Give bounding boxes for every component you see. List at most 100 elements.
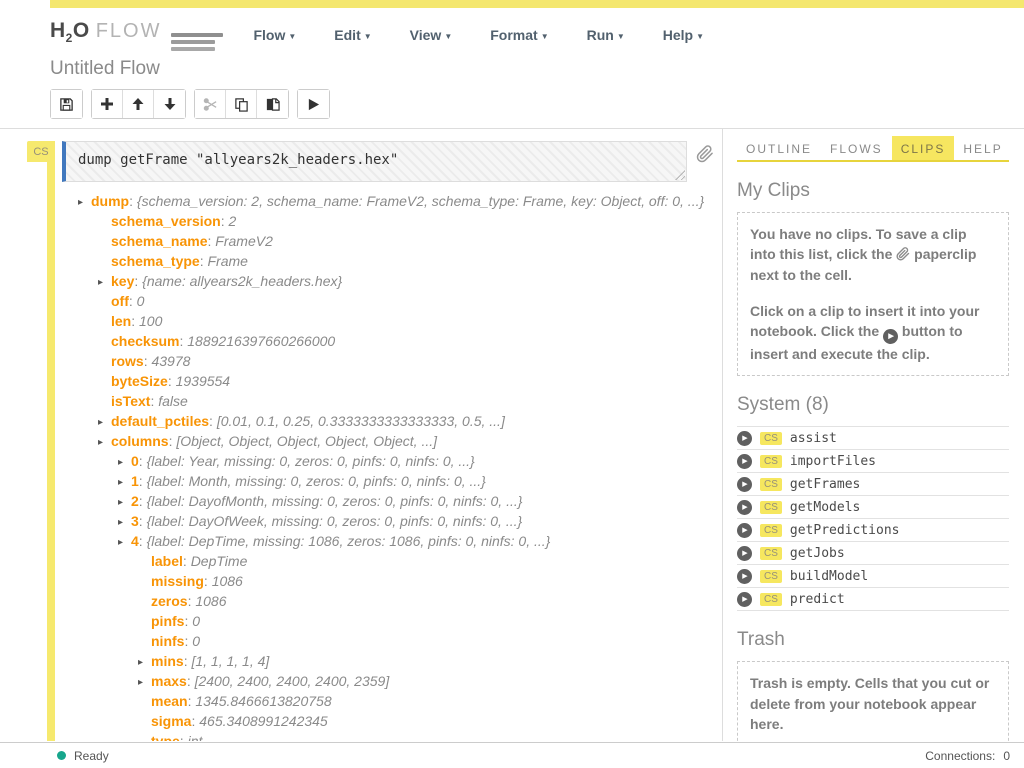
menu-run[interactable]: Run▼ (587, 27, 625, 43)
header: H2O FLOW Flow▼Edit▼View▼Format▼Run▼Help▼… (0, 8, 1024, 128)
tree-row[interactable]: ▸2: {label: DayofMonth, missing: 0, zero… (0, 491, 722, 511)
clip-label[interactable]: getModels (790, 500, 860, 515)
run-clip-icon[interactable]: ▶ (737, 454, 752, 469)
tree-value: {name: allyears2k_headers.hex} (142, 273, 342, 289)
tree-colon: : (209, 413, 217, 429)
tree-row[interactable]: ▸default_pctiles: [0.01, 0.1, 0.25, 0.33… (0, 411, 722, 431)
run-clip-icon[interactable]: ▶ (737, 546, 752, 561)
tree-row[interactable]: ▸columns: [Object, Object, Object, Objec… (0, 431, 722, 451)
tree-key: key (111, 273, 134, 289)
tree-expand-icon[interactable]: ▸ (118, 453, 131, 473)
tab-clips[interactable]: CLIPS (892, 136, 955, 160)
tree-row[interactable]: ▸4: {label: DepTime, missing: 1086, zero… (0, 531, 722, 551)
tab-flows[interactable]: FLOWS (821, 136, 892, 160)
clip-label[interactable]: buildModel (790, 569, 868, 584)
cell-output-tree: ▸dump: {schema_version: 2, schema_name: … (0, 191, 722, 741)
cut-cell-button[interactable] (195, 90, 226, 118)
run-clip-icon[interactable]: ▶ (737, 431, 752, 446)
tree-value: 43978 (151, 353, 190, 369)
tree-row[interactable]: ▸0: {label: Year, missing: 0, zeros: 0, … (0, 451, 722, 471)
add-cell-button[interactable] (92, 90, 123, 118)
tree-colon: : (168, 373, 176, 389)
logo-lines-icon (171, 33, 223, 51)
code-input[interactable]: dump getFrame "allyears2k_headers.hex" (62, 141, 687, 182)
menu-edit[interactable]: Edit▼ (334, 27, 371, 43)
tree-key: default_pctiles (111, 413, 209, 429)
save-button[interactable] (51, 90, 82, 118)
tree-value: false (158, 393, 188, 409)
tree-row[interactable]: ▸maxs: [2400, 2400, 2400, 2400, 2359] (0, 671, 722, 691)
tree-colon: : (129, 293, 137, 309)
clip-label[interactable]: importFiles (790, 454, 876, 469)
tab-help[interactable]: HELP (954, 136, 1011, 160)
tree-row: schema_type: Frame (0, 251, 722, 271)
sidebar-tabs: OUTLINEFLOWSCLIPSHELP (737, 129, 1009, 162)
run-clip-icon[interactable]: ▶ (737, 592, 752, 607)
cut-cell-icon (203, 97, 218, 112)
tree-expand-icon[interactable]: ▸ (78, 193, 91, 213)
run-clip-icon[interactable]: ▶ (737, 477, 752, 492)
clip-type-badge: CS (760, 455, 782, 468)
tree-value: 1086 (195, 593, 226, 609)
cell-type-badge[interactable]: CS (27, 141, 55, 162)
run-clip-icon[interactable]: ▶ (737, 523, 752, 538)
clip-item-assist[interactable]: ▶CSassist (737, 427, 1009, 450)
clip-item-getPredictions[interactable]: ▶CSgetPredictions (737, 519, 1009, 542)
tree-expand-icon[interactable]: ▸ (98, 273, 111, 293)
tree-expand-icon[interactable]: ▸ (98, 413, 111, 433)
tree-key: 4 (131, 533, 139, 549)
clip-item-predict[interactable]: ▶CSpredict (737, 588, 1009, 611)
tree-key: type (151, 733, 180, 741)
clip-label[interactable]: getJobs (790, 546, 845, 561)
paperclip-icon[interactable] (696, 145, 714, 163)
tree-expand-icon[interactable]: ▸ (118, 533, 131, 553)
menu-flow[interactable]: Flow▼ (253, 27, 296, 43)
tree-key: off (111, 293, 129, 309)
tree-expand-icon[interactable]: ▸ (118, 513, 131, 533)
menu-format[interactable]: Format▼ (490, 27, 548, 43)
tree-expand-icon[interactable]: ▸ (138, 673, 151, 693)
tree-row[interactable]: ▸3: {label: DayOfWeek, missing: 0, zeros… (0, 511, 722, 531)
tab-outline[interactable]: OUTLINE (737, 136, 821, 160)
clip-item-getModels[interactable]: ▶CSgetModels (737, 496, 1009, 519)
clip-label[interactable]: getFrames (790, 477, 860, 492)
paste-cell-button[interactable] (257, 90, 288, 118)
copy-cell-button[interactable] (226, 90, 257, 118)
tree-colon: : (129, 193, 137, 209)
chevron-down-icon: ▼ (696, 32, 704, 41)
tree-value: [1, 1, 1, 1, 4] (191, 653, 269, 669)
run-cell-icon (307, 98, 320, 111)
tree-expand-icon[interactable]: ▸ (118, 493, 131, 513)
move-cell-down-button[interactable] (154, 90, 185, 118)
run-clip-icon[interactable]: ▶ (737, 500, 752, 515)
tree-row: off: 0 (0, 291, 722, 311)
menubar: Flow▼ Edit▼ View▼ Format▼ Run▼ Help▼ (253, 27, 704, 43)
tree-row[interactable]: ▸key: {name: allyears2k_headers.hex} (0, 271, 722, 291)
tree-expand-icon[interactable]: ▸ (98, 433, 111, 453)
clip-item-importFiles[interactable]: ▶ CS importFiles (737, 450, 1009, 473)
tree-row[interactable]: ▸dump: {schema_version: 2, schema_name: … (0, 191, 722, 211)
tree-value: 100 (139, 313, 162, 329)
tree-value: {label: Month, missing: 0, zeros: 0, pin… (147, 473, 486, 489)
tree-value: 0 (137, 293, 145, 309)
clip-item-getFrames[interactable]: ▶CSgetFrames (737, 473, 1009, 496)
clip-label[interactable]: getPredictions (790, 523, 900, 538)
menu-help[interactable]: Help▼ (663, 27, 704, 43)
tree-row[interactable]: ▸1: {label: Month, missing: 0, zeros: 0,… (0, 471, 722, 491)
clip-label[interactable]: predict (790, 592, 845, 607)
clip-label[interactable]: assist (790, 431, 837, 446)
tree-expand-icon[interactable]: ▸ (138, 653, 151, 673)
clip-item-getJobs[interactable]: ▶CSgetJobs (737, 542, 1009, 565)
tree-row[interactable]: ▸mins: [1, 1, 1, 1, 4] (0, 651, 722, 671)
tree-value: 1345.8466613820758 (195, 693, 331, 709)
run-cell-button[interactable] (298, 90, 329, 118)
tree-value: 0 (192, 613, 200, 629)
run-clip-icon[interactable]: ▶ (737, 569, 752, 584)
move-cell-up-button[interactable] (123, 90, 154, 118)
tree-row: isText: false (0, 391, 722, 411)
tree-expand-icon[interactable]: ▸ (118, 473, 131, 493)
clip-item-buildModel[interactable]: ▶CSbuildModel (737, 565, 1009, 588)
tree-value: 1086 (212, 573, 243, 589)
tree-colon: : (187, 673, 195, 689)
menu-view[interactable]: View▼ (410, 27, 453, 43)
